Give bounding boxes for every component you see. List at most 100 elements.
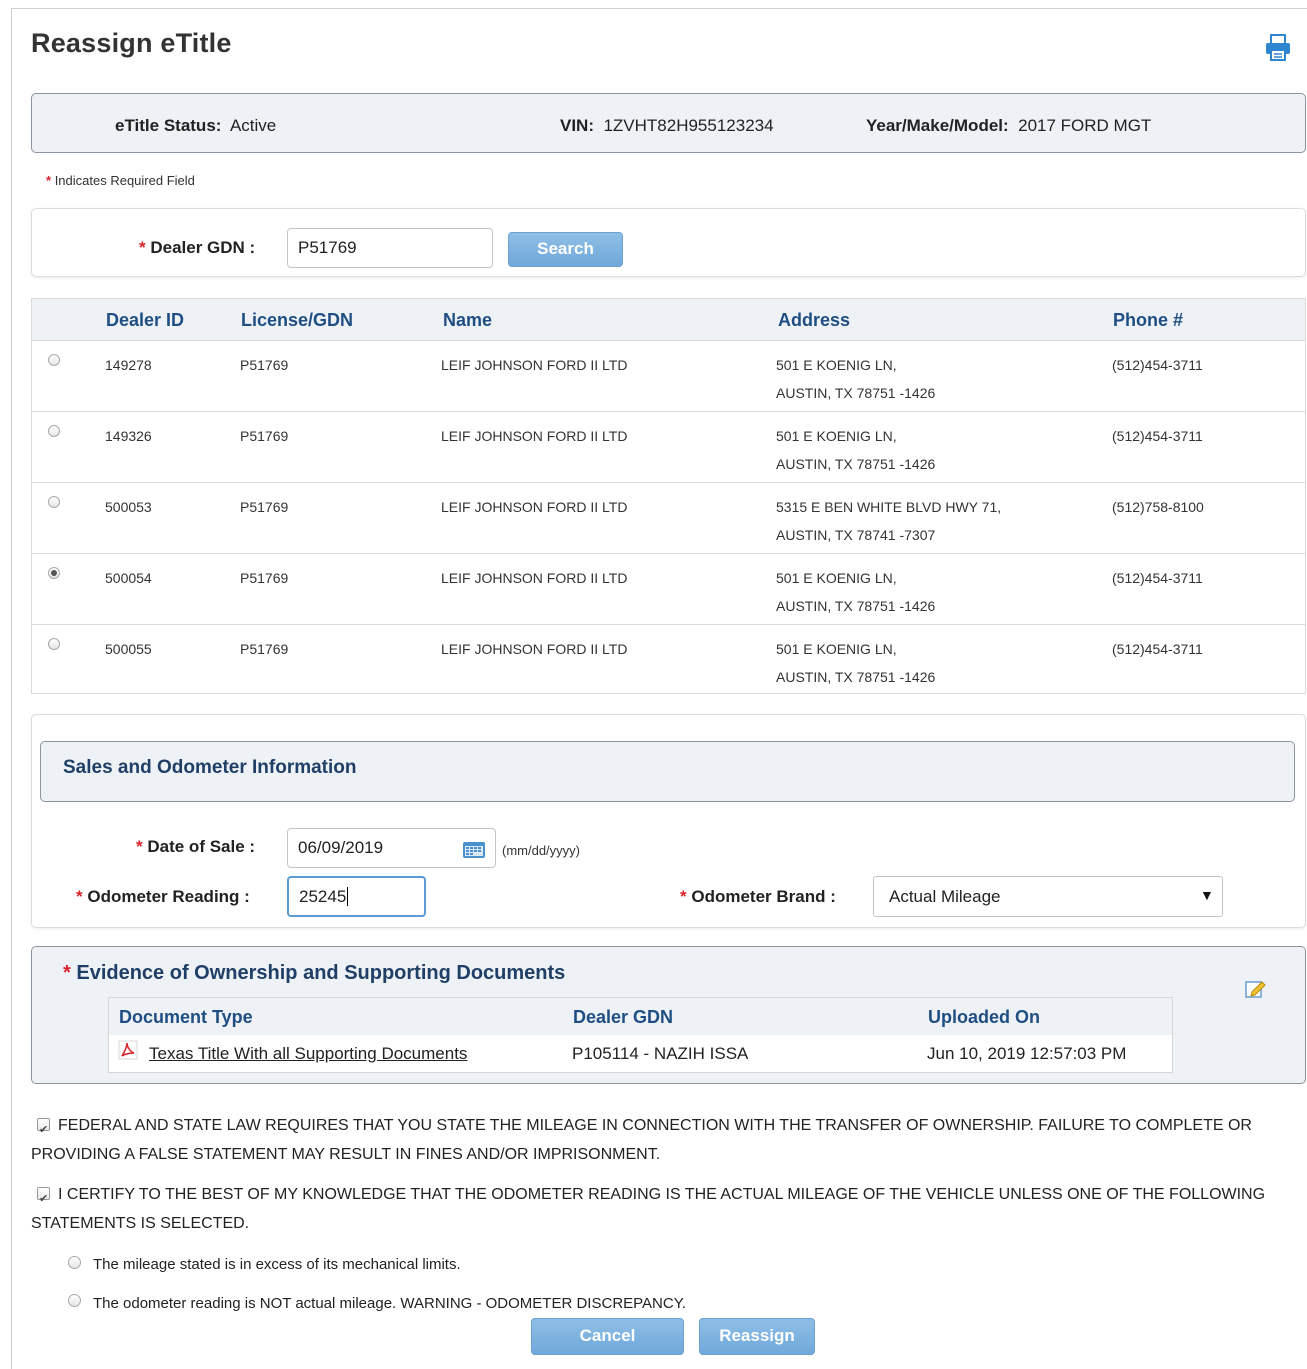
- reassign-button[interactable]: Reassign: [699, 1318, 815, 1355]
- odometer-brand-label: * Odometer Brand :: [680, 887, 836, 907]
- sales-odometer-header: Sales and Odometer Information: [40, 741, 1295, 802]
- federal-law-text: FEDERAL AND STATE LAW REQUIRES THAT YOU …: [31, 1117, 1252, 1163]
- cancel-button[interactable]: Cancel: [531, 1318, 684, 1355]
- dealer-id: 500054: [105, 570, 152, 586]
- required-asterisk: *: [76, 887, 83, 906]
- col-dealer-id: Dealer ID: [106, 310, 185, 330]
- federal-law-checkbox[interactable]: [37, 1116, 50, 1145]
- dealer-gdn-label-text: Dealer GDN :: [150, 238, 256, 257]
- text-cursor: [347, 887, 349, 906]
- phone: (512)454-3711: [1112, 357, 1203, 373]
- documents-table: Document Type Dealer GDN Uploaded On Tex…: [108, 997, 1173, 1073]
- dealer-id: 500055: [105, 641, 152, 657]
- required-asterisk: *: [136, 837, 143, 856]
- required-note-text: Indicates Required Field: [54, 173, 195, 188]
- dealer-radio[interactable]: [48, 425, 60, 437]
- printer-icon[interactable]: [1264, 33, 1292, 63]
- required-asterisk: *: [139, 238, 146, 257]
- year-make-model: Year/Make/Model: 2017 FORD MGT: [866, 116, 1151, 136]
- vin: VIN: 1ZVHT82H955123234: [560, 116, 774, 136]
- odometer-brand-select[interactable]: Actual Mileage ▼: [873, 876, 1223, 917]
- phone: (512)758-8100: [1112, 499, 1204, 515]
- odometer-reading-value: 25245: [299, 887, 347, 906]
- table-row[interactable]: 500055 P51769 LEIF JOHNSON FORD II LTD 5…: [32, 624, 1305, 695]
- dealer-name: LEIF JOHNSON FORD II LTD: [441, 357, 628, 373]
- address-line-2: AUSTIN, TX 78741 -7307: [776, 527, 936, 543]
- col-license-gdn: License/GDN: [241, 310, 354, 330]
- address-line-2: AUSTIN, TX 78751 -1426: [776, 669, 936, 685]
- col-address: Address: [778, 310, 851, 330]
- dealer-id: 149326: [105, 428, 152, 444]
- dealer-name: LEIF JOHNSON FORD II LTD: [441, 499, 628, 515]
- odometer-brand-label-text: Odometer Brand :: [691, 887, 836, 906]
- vin-value: 1ZVHT82H955123234: [603, 116, 774, 135]
- table-row[interactable]: 500054 P51769 LEIF JOHNSON FORD II LTD 5…: [32, 553, 1305, 624]
- document-dealer-gdn: P105114 - NAZIH ISSA: [572, 1044, 749, 1063]
- dealer-gdn-input[interactable]: P51769: [287, 228, 493, 268]
- phone: (512)454-3711: [1112, 641, 1203, 657]
- col-phone: Phone #: [1113, 310, 1184, 330]
- dealer-radio[interactable]: [48, 638, 60, 650]
- dealer-id: 149278: [105, 357, 152, 373]
- edit-icon[interactable]: [1244, 978, 1266, 1000]
- address-line-1: 501 E KOENIG LN,: [776, 428, 897, 444]
- search-button[interactable]: Search: [508, 232, 623, 267]
- certify-text: I CERTIFY TO THE BEST OF MY KNOWLEDGE TH…: [31, 1186, 1266, 1232]
- col-uploaded-on: Uploaded On: [928, 1007, 1040, 1027]
- certify-checkbox[interactable]: [37, 1185, 50, 1214]
- odometer-reading-label-text: Odometer Reading :: [87, 887, 250, 906]
- evidence-title-text: Evidence of Ownership and Supporting Doc…: [76, 962, 566, 984]
- table-row[interactable]: 149278 P51769 LEIF JOHNSON FORD II LTD 5…: [32, 340, 1305, 411]
- etitle-status: eTitle Status: Active: [115, 116, 276, 136]
- dealer-name: LEIF JOHNSON FORD II LTD: [441, 641, 628, 657]
- ymm-value: 2017 FORD MGT: [1018, 116, 1152, 135]
- required-asterisk: *: [680, 887, 687, 906]
- table-header: Dealer ID License/GDN Name Address Phone…: [32, 299, 1305, 340]
- documents-table-header: Document Type Dealer GDN Uploaded On: [109, 998, 1172, 1035]
- col-name: Name: [443, 310, 493, 330]
- col-document-type: Document Type: [119, 1007, 253, 1027]
- odometer-brand-value: Actual Mileage: [889, 887, 1001, 906]
- document-uploaded-on: Jun 10, 2019 12:57:03 PM: [927, 1044, 1127, 1063]
- odometer-reading-input[interactable]: 25245: [287, 876, 426, 917]
- table-row[interactable]: 149326 P51769 LEIF JOHNSON FORD II LTD 5…: [32, 411, 1305, 482]
- address-line-1: 5315 E BEN WHITE BLVD HWY 71,: [776, 499, 1002, 515]
- license-gdn: P51769: [240, 428, 289, 444]
- odometer-reading-label: * Odometer Reading :: [76, 887, 250, 907]
- required-asterisk: *: [46, 173, 52, 188]
- dealer-gdn-label: * Dealer GDN :: [139, 238, 255, 258]
- date-format-hint: (mm/dd/yyyy): [502, 843, 580, 858]
- address-line-2: AUSTIN, TX 78751 -1426: [776, 598, 936, 614]
- license-gdn: P51769: [240, 357, 289, 373]
- mechanical-limits-text: The mileage stated is in excess of its m…: [93, 1256, 461, 1273]
- chevron-down-icon: ▼: [1200, 887, 1214, 903]
- col-dealer-gdn: Dealer GDN: [573, 1007, 674, 1027]
- dealer-radio[interactable]: [48, 354, 60, 366]
- page-title: Reassign eTitle: [31, 28, 232, 58]
- etitle-status-bar: eTitle Status: Active VIN: 1ZVHT82H95512…: [31, 93, 1306, 153]
- mechanical-limits-radio[interactable]: [68, 1256, 81, 1269]
- calendar-icon[interactable]: [462, 840, 486, 859]
- required-field-note: * Indicates Required Field: [46, 173, 195, 188]
- dealer-radio[interactable]: [48, 496, 60, 508]
- dealer-radio-selected[interactable]: [48, 567, 60, 579]
- phone: (512)454-3711: [1112, 570, 1203, 586]
- address-line-1: 501 E KOENIG LN,: [776, 570, 897, 586]
- dealer-id: 500053: [105, 499, 152, 515]
- not-actual-mileage-text: The odometer reading is NOT actual milea…: [93, 1295, 686, 1312]
- dealer-name: LEIF JOHNSON FORD II LTD: [441, 570, 628, 586]
- status-label: eTitle Status:: [115, 116, 222, 135]
- certify-statement: I CERTIFY TO THE BEST OF MY KNOWLEDGE TH…: [31, 1180, 1281, 1238]
- address-line-1: 501 E KOENIG LN,: [776, 641, 897, 657]
- document-link[interactable]: Texas Title With all Supporting Document…: [149, 1044, 467, 1064]
- license-gdn: P51769: [240, 499, 289, 515]
- license-gdn: P51769: [240, 570, 289, 586]
- address-line-2: AUSTIN, TX 78751 -1426: [776, 456, 936, 472]
- table-row[interactable]: 500053 P51769 LEIF JOHNSON FORD II LTD 5…: [32, 482, 1305, 553]
- not-actual-mileage-radio[interactable]: [68, 1294, 81, 1307]
- pdf-icon: [118, 1040, 138, 1060]
- dealer-results-table: Dealer ID License/GDN Name Address Phone…: [31, 298, 1306, 694]
- date-of-sale-label-text: Date of Sale :: [147, 837, 256, 856]
- federal-law-statement: FEDERAL AND STATE LAW REQUIRES THAT YOU …: [31, 1111, 1281, 1169]
- address-line-1: 501 E KOENIG LN,: [776, 357, 897, 373]
